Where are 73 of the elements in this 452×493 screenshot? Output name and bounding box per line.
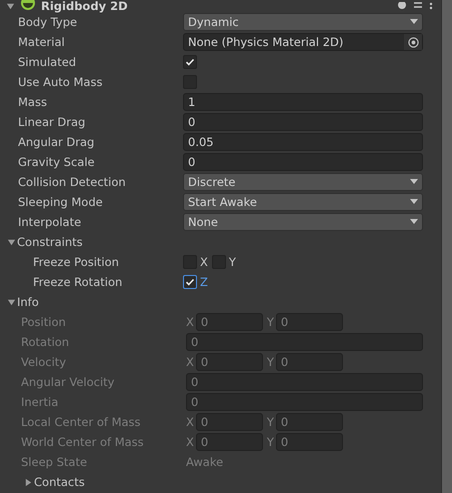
property-label: Position bbox=[21, 315, 67, 329]
caret-icon bbox=[410, 199, 418, 205]
caret-icon bbox=[410, 179, 418, 185]
property-label: Angular Velocity bbox=[21, 375, 116, 389]
dropdown[interactable]: Dynamic bbox=[183, 13, 423, 31]
number-field[interactable]: 0 bbox=[183, 113, 423, 131]
number-field[interactable]: 0.05 bbox=[183, 133, 423, 151]
number-field[interactable]: 0 bbox=[186, 333, 423, 351]
property-label: Freeze Rotation bbox=[33, 275, 124, 289]
number-field[interactable]: 0 bbox=[183, 153, 423, 171]
rigidbody-icon bbox=[21, 0, 35, 12]
number-field[interactable]: 1 bbox=[183, 93, 423, 111]
more-icon[interactable] bbox=[429, 2, 433, 10]
axis-label: Y bbox=[266, 315, 274, 329]
section-label[interactable]: Constraints bbox=[17, 235, 177, 249]
property-label: Inertia bbox=[21, 395, 60, 409]
property-label: Interpolate bbox=[18, 215, 82, 229]
axis-label: X bbox=[186, 415, 194, 429]
property-label: Rotation bbox=[21, 335, 70, 349]
property-label: Gravity Scale bbox=[18, 155, 96, 169]
number-field[interactable]: 0 bbox=[276, 353, 343, 371]
number-field[interactable]: 0 bbox=[186, 373, 423, 391]
dropdown[interactable]: Start Awake bbox=[183, 193, 423, 211]
caret-icon bbox=[410, 219, 418, 225]
axis-label: Y bbox=[266, 435, 274, 449]
number-field[interactable]: 0 bbox=[276, 433, 343, 451]
section-label[interactable]: Info bbox=[17, 295, 177, 309]
dropdown[interactable]: None bbox=[183, 213, 423, 231]
axis-label: X bbox=[186, 355, 194, 369]
checkbox[interactable] bbox=[183, 275, 197, 289]
axis-label: Y bbox=[266, 415, 274, 429]
property-label: Linear Drag bbox=[18, 115, 86, 129]
property-label: Mass bbox=[18, 95, 48, 109]
number-field[interactable]: 0 bbox=[276, 313, 343, 331]
property-label: Angular Drag bbox=[18, 135, 96, 149]
axis-label: X bbox=[186, 435, 194, 449]
property-label: Freeze Position bbox=[33, 255, 120, 269]
property-label: Sleep State bbox=[21, 455, 88, 469]
object-field[interactable]: None (Physics Material 2D) bbox=[183, 33, 423, 51]
section-label[interactable]: Contacts bbox=[34, 475, 154, 489]
number-field[interactable]: 0 bbox=[196, 313, 263, 331]
number-field[interactable]: 0 bbox=[196, 353, 263, 371]
property-label: Collision Detection bbox=[18, 175, 127, 189]
foldout-arrow-icon[interactable] bbox=[24, 478, 32, 486]
axis-label: X bbox=[200, 255, 208, 269]
dropdown[interactable]: Discrete bbox=[183, 173, 423, 191]
property-label: Velocity bbox=[21, 355, 68, 369]
property-label: Use Auto Mass bbox=[18, 75, 104, 89]
property-label: Sleeping Mode bbox=[18, 195, 104, 209]
property-label: Body Type bbox=[18, 15, 78, 29]
scrollbar[interactable] bbox=[441, 0, 452, 493]
axis-label: Y bbox=[228, 255, 236, 269]
component-title: Rigidbody 2D bbox=[41, 0, 129, 12]
foldout-arrow-icon[interactable] bbox=[6, 238, 16, 246]
foldout-arrow-icon[interactable] bbox=[6, 2, 15, 10]
checkbox[interactable] bbox=[183, 55, 197, 69]
number-field[interactable]: 0 bbox=[196, 433, 263, 451]
check-icon bbox=[185, 277, 195, 287]
number-field[interactable]: 0 bbox=[186, 393, 423, 411]
number-field[interactable]: 0 bbox=[196, 413, 263, 431]
state-value: Awake bbox=[186, 455, 224, 469]
property-label: Material bbox=[18, 35, 66, 49]
check-icon bbox=[185, 57, 195, 67]
foldout-arrow-icon[interactable] bbox=[6, 298, 16, 306]
axis-label: Y bbox=[266, 355, 274, 369]
axis-label: Z bbox=[200, 275, 208, 289]
property-label: Local Center of Mass bbox=[21, 415, 142, 429]
target-icon[interactable] bbox=[408, 36, 418, 48]
axis-label: X bbox=[186, 315, 194, 329]
number-field[interactable]: 0 bbox=[276, 413, 343, 431]
property-label: World Center of Mass bbox=[21, 435, 145, 449]
caret-icon bbox=[410, 19, 418, 25]
property-label: Simulated bbox=[18, 55, 78, 69]
